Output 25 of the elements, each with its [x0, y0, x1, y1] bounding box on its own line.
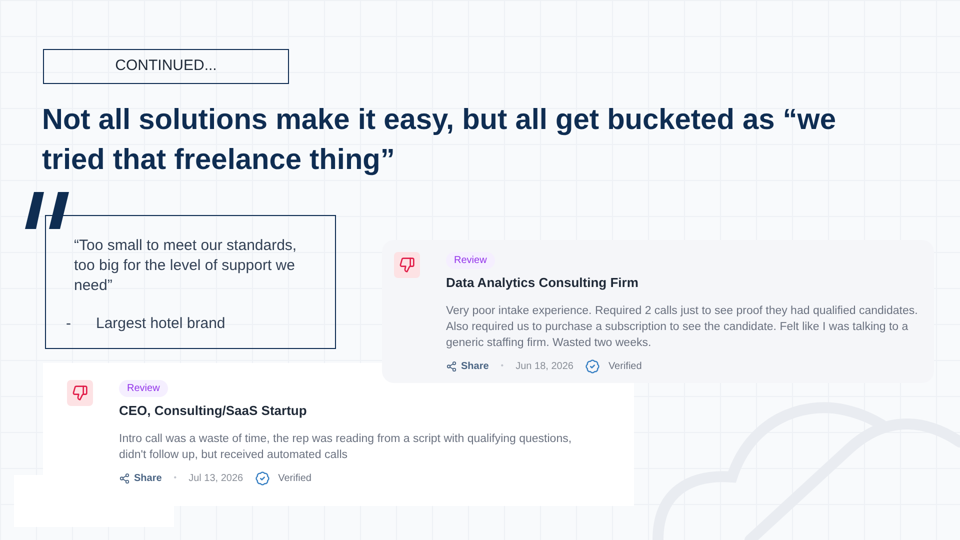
quote-source: Largest hotel brand	[96, 314, 226, 334]
share-icon	[119, 472, 130, 484]
thumbs-down-icon	[67, 380, 93, 406]
review-date: Jun 18, 2026	[516, 360, 574, 374]
verified-badge-icon	[585, 358, 600, 374]
verified-label: Verified	[278, 472, 312, 486]
review-title: CEO, Consulting/SaaS Startup	[119, 402, 307, 420]
review-text: Very poor intake experience. Required 2 calls just to see proof they had qualified candidates. Also required us to purchase a subscription to see the candidate. Felt like I was talking to a generic staffing firm. Wasted two weeks.	[446, 304, 919, 350]
share-link[interactable]: Share	[461, 358, 489, 374]
share-link[interactable]: Share	[134, 470, 162, 486]
verified-badge-icon	[255, 470, 270, 486]
review-text: Intro call was a waste of time, the rep was reading from a script with qualifying questions, didn't follow up, but received automated calls	[119, 432, 573, 462]
quote-text: “Too small to meet our standards, too big for the level of support we need”	[74, 236, 298, 296]
dash: -	[66, 314, 72, 334]
continued-label: CONTINUED...	[43, 49, 289, 84]
separator-dot: •	[172, 472, 178, 484]
review-date: Jul 13, 2026	[188, 472, 244, 486]
verified-label: Verified	[608, 360, 642, 374]
share-icon	[446, 360, 457, 372]
slide-title: Not all solutions make it easy, but all get bucketed as “we tried that freelance thing”	[42, 103, 837, 178]
thumbs-down-icon	[394, 252, 420, 278]
review-title: Data Analytics Consulting Firm	[446, 274, 638, 292]
separator-dot: •	[500, 360, 505, 372]
review-tag: Review	[119, 380, 168, 397]
review-tag: Review	[446, 252, 495, 269]
